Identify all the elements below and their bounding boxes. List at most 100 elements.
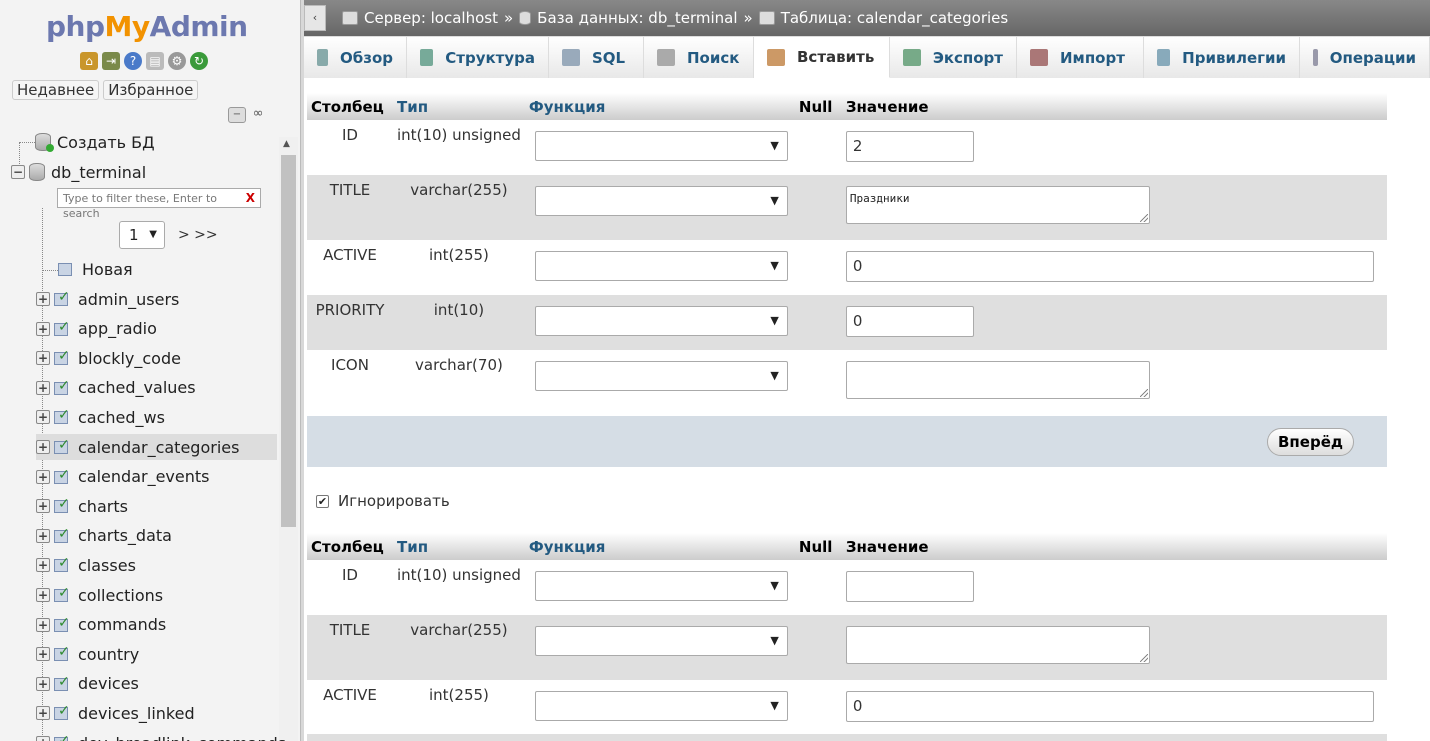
- reload-icon[interactable]: ↻: [190, 52, 208, 70]
- col-header-type[interactable]: Тип: [393, 533, 525, 560]
- value-input[interactable]: 0: [845, 306, 974, 337]
- function-select[interactable]: ▼: [534, 571, 788, 601]
- sidebar-item-admin-users[interactable]: + ✓ admin_users: [36, 286, 179, 312]
- sidebar-item-classes[interactable]: + ✓ classes: [36, 552, 136, 578]
- expand-icon[interactable]: +: [36, 410, 50, 425]
- create-db-node[interactable]: Создать БД: [35, 129, 155, 155]
- value-input[interactable]: 0: [845, 691, 1374, 722]
- favorites-button[interactable]: Избранное: [103, 80, 199, 100]
- sidebar-item-devices[interactable]: + ✓ devices: [36, 671, 139, 697]
- expand-icon[interactable]: +: [36, 499, 50, 514]
- help-icon[interactable]: ?: [124, 52, 142, 70]
- function-select[interactable]: ▼: [534, 361, 788, 391]
- function-select[interactable]: ▼: [534, 626, 788, 656]
- tab-icon: [1313, 49, 1318, 66]
- column-name: ACTIVE: [307, 240, 393, 295]
- sidebar-item-charts-data[interactable]: + ✓ charts_data: [36, 523, 172, 549]
- tab-4[interactable]: Вставить: [754, 36, 890, 78]
- insert-form: Столбец Тип Функция Null Значение ID int(10) u…: [304, 78, 1430, 741]
- expand-icon[interactable]: +: [36, 469, 50, 484]
- logo-admin: Admin: [149, 10, 248, 43]
- expand-icon[interactable]: +: [36, 588, 50, 602]
- sidebar-item-country[interactable]: + ✓ country: [36, 641, 139, 667]
- sidebar-item-charts[interactable]: + ✓ charts: [36, 493, 128, 519]
- tab-1[interactable]: Структура: [407, 36, 549, 78]
- value-textarea[interactable]: [845, 626, 1150, 664]
- value-input[interactable]: [845, 571, 974, 602]
- tab-8[interactable]: Операции: [1300, 36, 1430, 78]
- link-icon[interactable]: ∞: [249, 107, 267, 123]
- sidebar-item-app-radio[interactable]: + ✓ app_radio: [36, 316, 157, 342]
- tab-6[interactable]: Импорт: [1017, 36, 1144, 78]
- tab-7[interactable]: Привилегии: [1144, 36, 1300, 78]
- recent-button[interactable]: Недавнее: [12, 80, 100, 100]
- table-icon: ✓: [54, 349, 72, 366]
- expand-icon[interactable]: +: [36, 351, 50, 366]
- scroll-thumb[interactable]: [281, 155, 296, 527]
- expand-icon[interactable]: +: [36, 321, 50, 336]
- function-select[interactable]: ▼: [534, 186, 788, 216]
- expand-icon[interactable]: +: [36, 647, 50, 662]
- collapse-nav-button[interactable]: ‹: [304, 5, 326, 31]
- function-select[interactable]: ▼: [534, 131, 788, 161]
- function-select[interactable]: ▼: [534, 251, 788, 281]
- col-header-function[interactable]: Функция: [524, 93, 795, 120]
- expand-icon[interactable]: +: [36, 440, 50, 454]
- value-input[interactable]: 2: [845, 131, 974, 162]
- expand-icon[interactable]: +: [36, 736, 50, 741]
- page-next-link[interactable]: > >>: [178, 227, 218, 243]
- expand-icon[interactable]: +: [36, 528, 50, 543]
- home-icon[interactable]: ⌂: [80, 52, 98, 70]
- value-textarea[interactable]: [845, 361, 1150, 399]
- collapse-icon[interactable]: −: [11, 165, 25, 179]
- sidebar-scrollbar[interactable]: ▲: [279, 137, 298, 741]
- sidebar-item-commands[interactable]: + ✓ commands: [36, 612, 166, 638]
- scroll-up-icon[interactable]: ▲: [283, 139, 290, 149]
- col-header-type[interactable]: Тип: [393, 93, 525, 120]
- breadcrumb-table[interactable]: Таблица: calendar_categories: [781, 9, 1009, 27]
- col-header-function[interactable]: Функция: [524, 533, 795, 560]
- tab-label: Обзор: [340, 48, 393, 67]
- breadcrumb-server[interactable]: Сервер: localhost: [364, 9, 498, 27]
- tab-5[interactable]: Экспорт: [890, 36, 1017, 78]
- tab-label: Поиск: [687, 48, 740, 67]
- page-value: 1: [129, 226, 139, 244]
- value-input[interactable]: 0: [845, 251, 1374, 282]
- sidebar-item-blockly-code[interactable]: + ✓ blockly_code: [36, 345, 181, 371]
- expand-icon[interactable]: +: [36, 380, 50, 395]
- table-filter-input[interactable]: Type to filter these, Enter to search X: [57, 188, 261, 220]
- column-type: int(10): [393, 295, 525, 350]
- docs-icon[interactable]: ▤: [146, 52, 164, 70]
- clear-filter-icon[interactable]: X: [246, 191, 255, 206]
- sidebar-item-collections[interactable]: + ✓ collections: [36, 582, 163, 608]
- new-table-node[interactable]: Новая: [58, 256, 133, 282]
- phpmyadmin-logo[interactable]: phpMyAdmin: [46, 10, 248, 43]
- tab-0[interactable]: Обзор: [304, 36, 407, 78]
- sidebar-item-calendar-categories[interactable]: + ✓ calendar_categories: [36, 434, 277, 460]
- expand-icon[interactable]: +: [36, 706, 50, 721]
- collapse-all-icon[interactable]: −: [228, 107, 246, 123]
- logout-icon[interactable]: ⇥: [102, 52, 120, 70]
- sidebar-item-cached-ws[interactable]: + ✓ cached_ws: [36, 404, 165, 430]
- expand-icon[interactable]: +: [36, 292, 50, 306]
- expand-icon[interactable]: +: [36, 676, 50, 691]
- sidebar-item-cached-values[interactable]: + ✓ cached_values: [36, 375, 196, 401]
- sidebar-item-dev-broadlink-commands[interactable]: + ✓ dev_broadlink_commands: [36, 730, 286, 741]
- value-textarea[interactable]: Праздники: [845, 186, 1150, 224]
- tab-3[interactable]: Поиск: [644, 36, 754, 78]
- breadcrumb-database[interactable]: База данных: db_terminal: [537, 9, 737, 27]
- null-cell: [794, 615, 842, 680]
- function-select[interactable]: ▼: [534, 306, 788, 336]
- sidebar-item-calendar-events[interactable]: + ✓ calendar_events: [36, 464, 209, 490]
- function-select[interactable]: ▼: [534, 691, 788, 721]
- db-node[interactable]: − db_terminal: [11, 159, 146, 185]
- go-button[interactable]: Вперёд: [1267, 428, 1354, 456]
- expand-icon[interactable]: +: [36, 617, 50, 632]
- expand-icon[interactable]: +: [36, 558, 50, 573]
- gear-icon[interactable]: ⚙: [168, 52, 186, 70]
- page-select[interactable]: 1 ▼: [119, 221, 165, 249]
- ignore-checkbox[interactable]: ✔: [316, 494, 329, 508]
- sidebar-item-devices-linked[interactable]: + ✓ devices_linked: [36, 700, 195, 726]
- tab-2[interactable]: SQL: [549, 36, 644, 78]
- sidebar-item-label: dev_broadlink_commands: [78, 734, 286, 741]
